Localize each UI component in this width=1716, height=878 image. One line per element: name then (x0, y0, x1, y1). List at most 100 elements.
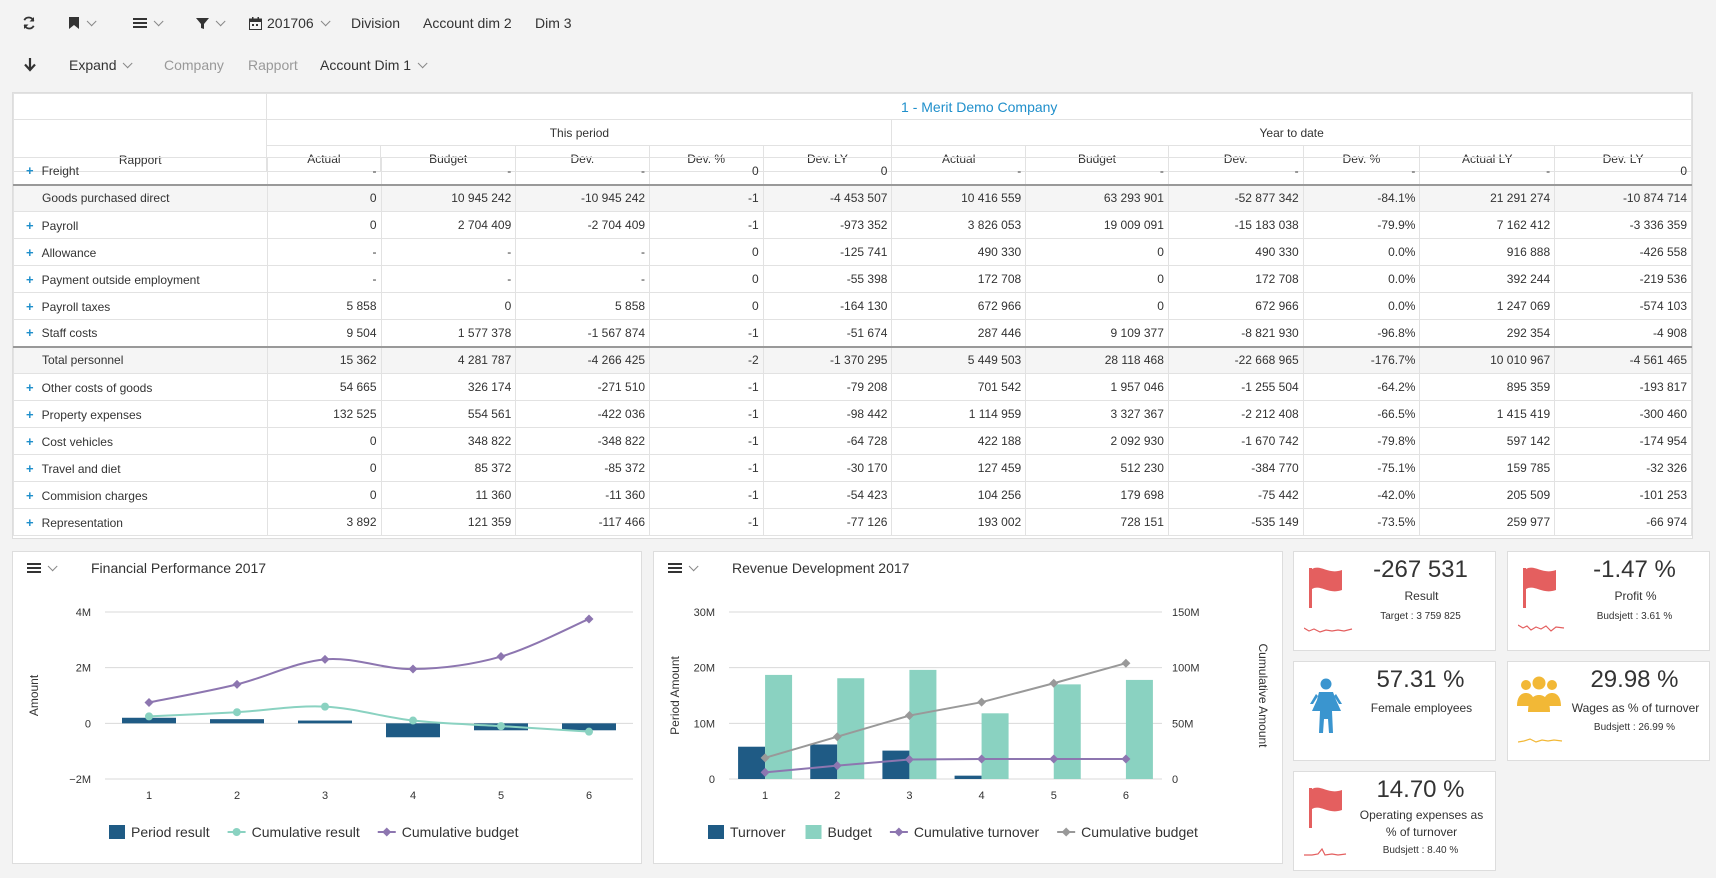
table-cell: -79.9% (1302, 211, 1421, 239)
x-tick-label: 5 (1051, 790, 1057, 802)
kpi-operating-expenses[interactable]: 14.70 % Operating expenses as % of turno… (1293, 771, 1496, 871)
expand-icon[interactable]: + (26, 407, 34, 422)
table-cell: - (1302, 157, 1421, 185)
kpi-profit[interactable]: -1.47 % Profit % Budsjett : 3.61 % (1507, 551, 1710, 651)
table-row[interactable]: + Freight - - -0 0- - - - -0 (13, 157, 1692, 185)
kpi-budget: Budsjett : 8.40 % (1382, 845, 1459, 856)
table-row[interactable]: + Staff costs 9 504 1 577 378 -1 567 874 -1 -5… (13, 319, 1692, 347)
y-tick-label: 20M (694, 663, 715, 675)
main-toolbar: 201706 Division Account dim 2 Dim 3 (0, 2, 1716, 44)
data-point (584, 614, 594, 624)
bookmark-button[interactable] (68, 8, 97, 38)
table-cell: 5 858 (515, 292, 651, 320)
x-tick-label: 2 (834, 790, 840, 802)
y-axis-label: Period Amount (668, 655, 682, 734)
kpi-value: -267 531 (1373, 556, 1468, 583)
bar (1053, 684, 1081, 779)
row-label: + Payroll taxes (13, 292, 268, 320)
table-row[interactable]: + Allowance - - -0 -125 741 490 330 0 490 330 0.0… (13, 238, 1692, 266)
x-tick-label: 3 (322, 790, 328, 802)
y2-tick-label: 0 (1172, 774, 1178, 786)
row-label-text: Payment outside employment (41, 272, 200, 287)
menu-button[interactable] (133, 8, 164, 38)
legend-label: Cumulative budget (402, 824, 519, 840)
company-button[interactable]: Company (164, 50, 224, 80)
dim-3-button[interactable]: Dim 3 (535, 8, 572, 38)
legend-label: Cumulative budget (1081, 824, 1198, 840)
table-cell: - (1419, 157, 1556, 185)
expand-icon[interactable]: + (26, 272, 34, 287)
table-row[interactable]: + Property expenses 132 525 554 561 -422 036… (13, 400, 1692, 428)
kpi-wages[interactable]: 29.98 % Wages as % of turnover Budsjett … (1507, 661, 1710, 761)
table-cell: -11 360 (515, 481, 651, 509)
table-row[interactable]: Goods purchased direct 0 10 945 242 -10 945… (13, 183, 1692, 212)
table-cell: -219 536 (1554, 265, 1692, 293)
expand-icon[interactable]: + (26, 245, 34, 260)
filter-button[interactable] (196, 8, 226, 38)
table-cell: -30 170 (762, 454, 893, 482)
table-cell: 0 (649, 292, 764, 320)
expand-icon[interactable]: + (26, 163, 34, 178)
table-cell: 1 957 046 (1025, 373, 1169, 401)
bar (981, 713, 1009, 779)
table-cell: 259 977 (1419, 508, 1556, 536)
table-cell: 15 362 (266, 345, 382, 374)
table-row[interactable]: + Travel and diet 0 85 372 -85 372 -1 -30 170 1… (13, 454, 1692, 482)
period-selector[interactable]: 201706 (249, 8, 331, 38)
rapport-button[interactable]: Rapport (248, 50, 298, 80)
download-button[interactable] (24, 50, 36, 80)
table-row[interactable]: + Payment outside employment - - -0 -55 398 17… (13, 265, 1692, 293)
table-cell: 490 330 (1167, 238, 1304, 266)
table-cell: -79 208 (762, 373, 893, 401)
expand-icon[interactable]: + (26, 299, 34, 314)
expand-icon[interactable]: + (26, 434, 34, 449)
table-row[interactable]: + Cost vehicles 0 348 822 -348 822 -1 -64 728 4… (13, 427, 1692, 455)
kpi-label: Wages as % of turnover (1571, 701, 1700, 715)
table-cell: -422 036 (515, 400, 651, 428)
table-cell: 3 327 367 (1025, 400, 1169, 428)
table-cell: -2 704 409 (515, 211, 651, 239)
table-row[interactable]: + Other costs of goods 54 665 326 174 -271 5… (13, 373, 1692, 401)
kpi-budget: Budsjett : 3.61 % (1596, 611, 1673, 622)
table-cell: -51 674 (762, 319, 893, 347)
kpi-result[interactable]: -267 531 Result Target : 3 759 825 (1293, 551, 1496, 651)
account-dim-1-label: Account Dim 1 (320, 57, 412, 73)
table-cell: -55 398 (762, 265, 893, 293)
account-dim-1-dropdown[interactable]: Account Dim 1 (320, 50, 428, 80)
table-row[interactable]: + Payroll taxes 5 858 0 5 858 0 -164 130 672 96… (13, 292, 1692, 320)
table-cell: -1 (649, 400, 764, 428)
expand-dropdown[interactable]: Expand (69, 50, 134, 80)
row-label-text: Allowance (41, 245, 97, 260)
filter-icon (196, 17, 209, 29)
account-dim-2-button[interactable]: Account dim 2 (423, 8, 512, 38)
table-row[interactable]: + Payroll 0 2 704 409 -2 704 409 -1 -973 352 3 … (13, 211, 1692, 239)
table-row[interactable]: Total personnel 15 362 4 281 787 -4 266 425… (13, 345, 1692, 374)
expand-icon[interactable]: + (26, 218, 34, 233)
bar (810, 744, 838, 779)
refresh-icon (23, 16, 35, 30)
table-cell: 159 785 (1419, 454, 1556, 482)
refresh-button[interactable] (22, 8, 36, 38)
expand-icon[interactable]: + (26, 461, 34, 476)
kpi-sparkline (1518, 624, 1565, 632)
table-row[interactable]: + Representation 3 892 121 359 -117 466 -1 -77… (13, 508, 1692, 536)
table-cell: 0 (1025, 238, 1169, 266)
expand-icon[interactable]: + (26, 380, 34, 395)
table-cell: - (515, 238, 651, 266)
table-cell: -1 670 742 (1167, 427, 1304, 455)
table-cell: -117 466 (515, 508, 651, 536)
table-cell: -77 126 (762, 508, 893, 536)
table-cell: 0 (1554, 157, 1692, 185)
table-cell: 554 561 (380, 400, 517, 428)
bar (909, 669, 937, 779)
expand-icon[interactable]: + (26, 325, 34, 340)
table-row[interactable]: + Commision charges 0 11 360 -11 360 -1 -54 42… (13, 481, 1692, 509)
division-button[interactable]: Division (351, 8, 400, 38)
expand-icon[interactable]: + (26, 488, 34, 503)
kpi-female-employees[interactable]: 57.31 % Female employees (1293, 661, 1496, 761)
table-cell: 172 708 (1167, 265, 1304, 293)
table-cell: -96.8% (1302, 319, 1421, 347)
table-cell: 10 945 242 (380, 183, 517, 212)
expand-icon[interactable]: + (26, 515, 34, 530)
table-cell: -193 817 (1554, 373, 1692, 401)
